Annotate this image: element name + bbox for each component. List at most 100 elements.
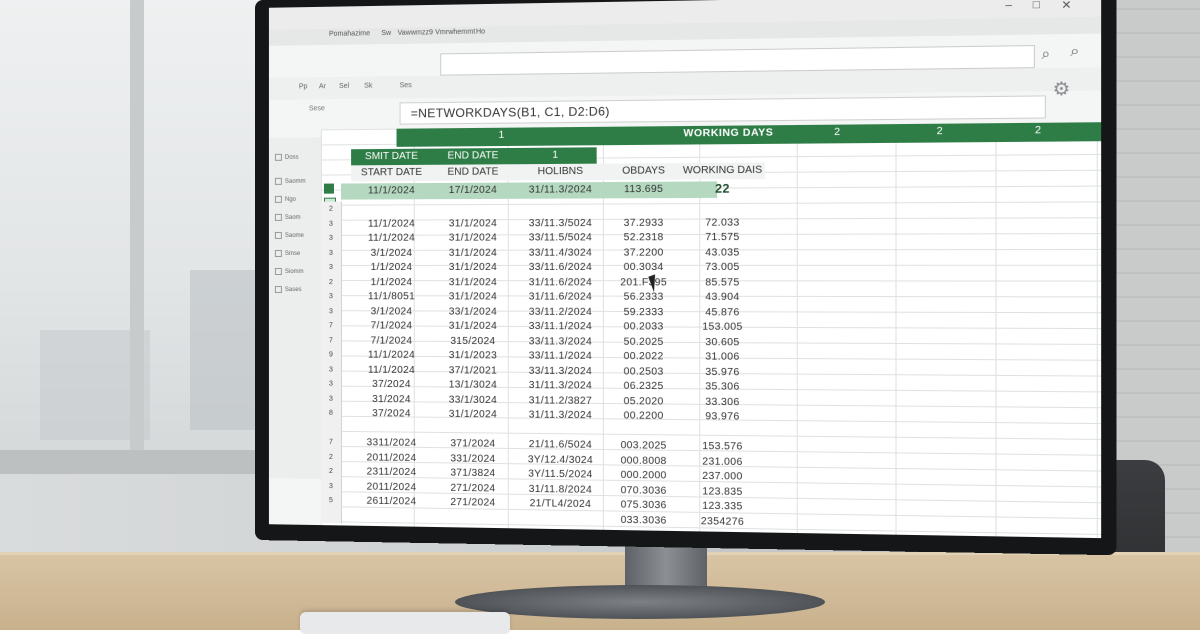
tab-home[interactable]: Pomahazime: [329, 30, 370, 38]
table-cell[interactable]: 52.2318: [607, 230, 680, 246]
tab-formulas[interactable]: Ho: [476, 28, 485, 35]
table-cell[interactable]: 37.2933: [607, 215, 680, 231]
table-cell[interactable]: 315/2024: [432, 333, 514, 349]
table-cell[interactable]: [432, 509, 514, 526]
table-cell[interactable]: 33/1/3024: [432, 392, 514, 408]
table-cell[interactable]: 00.2503: [607, 364, 680, 380]
table-cell[interactable]: 31/11.6/2024: [514, 289, 607, 304]
cell[interactable]: 31/11.3/2024: [514, 182, 607, 198]
table-cell[interactable]: 43.035: [680, 245, 765, 261]
table-cell[interactable]: 33/11.6/2024: [514, 260, 607, 275]
row-header[interactable]: [321, 508, 342, 523]
row-header[interactable]: 5: [321, 493, 342, 508]
table-cell[interactable]: 2011/2024: [351, 450, 432, 466]
table-cell[interactable]: 000.2000: [607, 467, 680, 483]
table-cell[interactable]: 21/11.6/5024: [514, 437, 607, 453]
table-cell[interactable]: 37/2024: [351, 406, 432, 422]
table-cell[interactable]: 45.876: [680, 304, 765, 320]
subheader-end-date[interactable]: END DATE: [432, 164, 514, 181]
gear-icon[interactable]: ⚙: [1053, 78, 1071, 100]
table-cell[interactable]: 30.605: [680, 334, 765, 350]
search-icon[interactable]: ⌕: [1042, 45, 1051, 63]
table-cell[interactable]: 231.006: [680, 453, 765, 469]
row-header[interactable]: 3: [321, 391, 342, 406]
table-cell[interactable]: 1/1/2024: [351, 275, 432, 290]
table-cell[interactable]: 37.2200: [607, 245, 680, 260]
row-header[interactable]: 3: [321, 362, 342, 377]
table-cell[interactable]: 11/1/2024: [351, 231, 432, 246]
table-cell[interactable]: 371/2024: [432, 436, 514, 452]
spreadsheet-grid[interactable]: 1 WORKING DAYS 2 2 2 SMIT DATE END DATE …: [321, 122, 1101, 538]
column-header-end[interactable]: END DATE: [432, 148, 514, 165]
row-header[interactable]: 3: [321, 216, 342, 231]
table-cell[interactable]: 33/11.3/5024: [514, 215, 607, 231]
table-cell[interactable]: 37/1/2021: [432, 363, 514, 379]
row-header[interactable]: 7: [321, 333, 342, 348]
subheader-holidays[interactable]: HOLIBNS: [514, 164, 607, 181]
table-cell[interactable]: 43.904: [680, 290, 765, 306]
minimize-button[interactable]: –: [1005, 0, 1012, 12]
row-header[interactable]: 2: [321, 464, 342, 479]
table-cell[interactable]: 33/11.4/3024: [514, 245, 607, 260]
table-cell[interactable]: 05.2020: [607, 393, 680, 409]
row-header[interactable]: 2: [321, 202, 342, 217]
table-cell[interactable]: [432, 201, 514, 217]
table-cell[interactable]: 00.2200: [607, 408, 680, 424]
ribbon-item[interactable]: Sk: [364, 83, 372, 90]
maximize-button[interactable]: □: [1033, 0, 1040, 11]
table-cell[interactable]: 000.8008: [607, 453, 680, 469]
table-cell[interactable]: 2354276: [680, 513, 765, 530]
sidebar-item[interactable]: Sases: [275, 286, 302, 293]
table-cell[interactable]: 33/11.1/2024: [514, 348, 607, 364]
table-cell[interactable]: 00.3034: [607, 260, 680, 275]
table-cell[interactable]: 31/11.6/2024: [514, 275, 607, 290]
table-cell[interactable]: 93.976: [680, 409, 765, 425]
table-cell[interactable]: 153.005: [680, 319, 765, 335]
table-cell[interactable]: [351, 508, 432, 524]
table-cell[interactable]: [351, 201, 432, 216]
table-cell[interactable]: 11/1/8051: [351, 289, 432, 304]
table-cell[interactable]: 00.2022: [607, 349, 680, 365]
table-cell[interactable]: 00.2033: [607, 319, 680, 335]
table-cell[interactable]: 11/1/2024: [351, 347, 432, 363]
table-cell[interactable]: 201.F395: [607, 275, 680, 290]
table-cell[interactable]: 56.2333: [607, 289, 680, 305]
table-cell[interactable]: 33/1/2024: [432, 304, 514, 319]
table-cell[interactable]: 31/1/2024: [432, 289, 514, 304]
table-cell[interactable]: [680, 424, 765, 440]
table-cell[interactable]: 11/1/2024: [351, 216, 432, 231]
row-header[interactable]: 9: [321, 347, 342, 362]
sidebar-item[interactable]: Ngo: [275, 196, 296, 203]
table-cell[interactable]: 31/1/2024: [432, 245, 514, 260]
sidebar-item[interactable]: Saom: [275, 214, 301, 221]
table-cell[interactable]: 73.005: [680, 260, 765, 276]
tab-page-layout[interactable]: Vmrwhemmt: [435, 29, 475, 37]
row-header[interactable]: 3: [321, 478, 342, 493]
table-cell[interactable]: [514, 200, 607, 216]
row-header[interactable]: 3: [321, 289, 342, 304]
cell[interactable]: 17/1/2024: [432, 183, 514, 199]
row-header[interactable]: [321, 420, 342, 435]
table-cell[interactable]: 33/11.1/2024: [514, 319, 607, 335]
table-cell[interactable]: 331/2024: [432, 451, 514, 467]
table-cell[interactable]: 31/1/2024: [432, 319, 514, 335]
row-header[interactable]: 7: [321, 435, 342, 450]
ribbon-item[interactable]: Ses: [400, 82, 412, 89]
table-cell[interactable]: 31/11.3/2024: [514, 378, 607, 394]
formula-bar[interactable]: =NETWORKDAYS(B1, C1, D2:D6): [400, 95, 1046, 124]
row-header[interactable]: 7: [321, 318, 342, 333]
table-cell[interactable]: 50.2025: [607, 334, 680, 350]
table-cell[interactable]: 31/11.3/2024: [514, 407, 607, 423]
row-header[interactable]: 3: [321, 376, 342, 391]
table-cell[interactable]: 85.575: [680, 275, 765, 291]
table-cell[interactable]: 3311/2024: [351, 435, 432, 451]
table-cell[interactable]: 33.306: [680, 394, 765, 410]
table-cell[interactable]: 11/1/2024: [351, 362, 432, 378]
table-cell[interactable]: [432, 421, 514, 437]
table-cell[interactable]: 33/11.3/2024: [514, 363, 607, 379]
table-cell[interactable]: 31/1/2024: [432, 230, 514, 245]
tab-insert[interactable]: Sw: [381, 30, 391, 37]
row-header[interactable]: 3: [321, 304, 342, 319]
table-cell[interactable]: [514, 422, 607, 438]
ribbon-item[interactable]: Ar: [319, 83, 326, 90]
